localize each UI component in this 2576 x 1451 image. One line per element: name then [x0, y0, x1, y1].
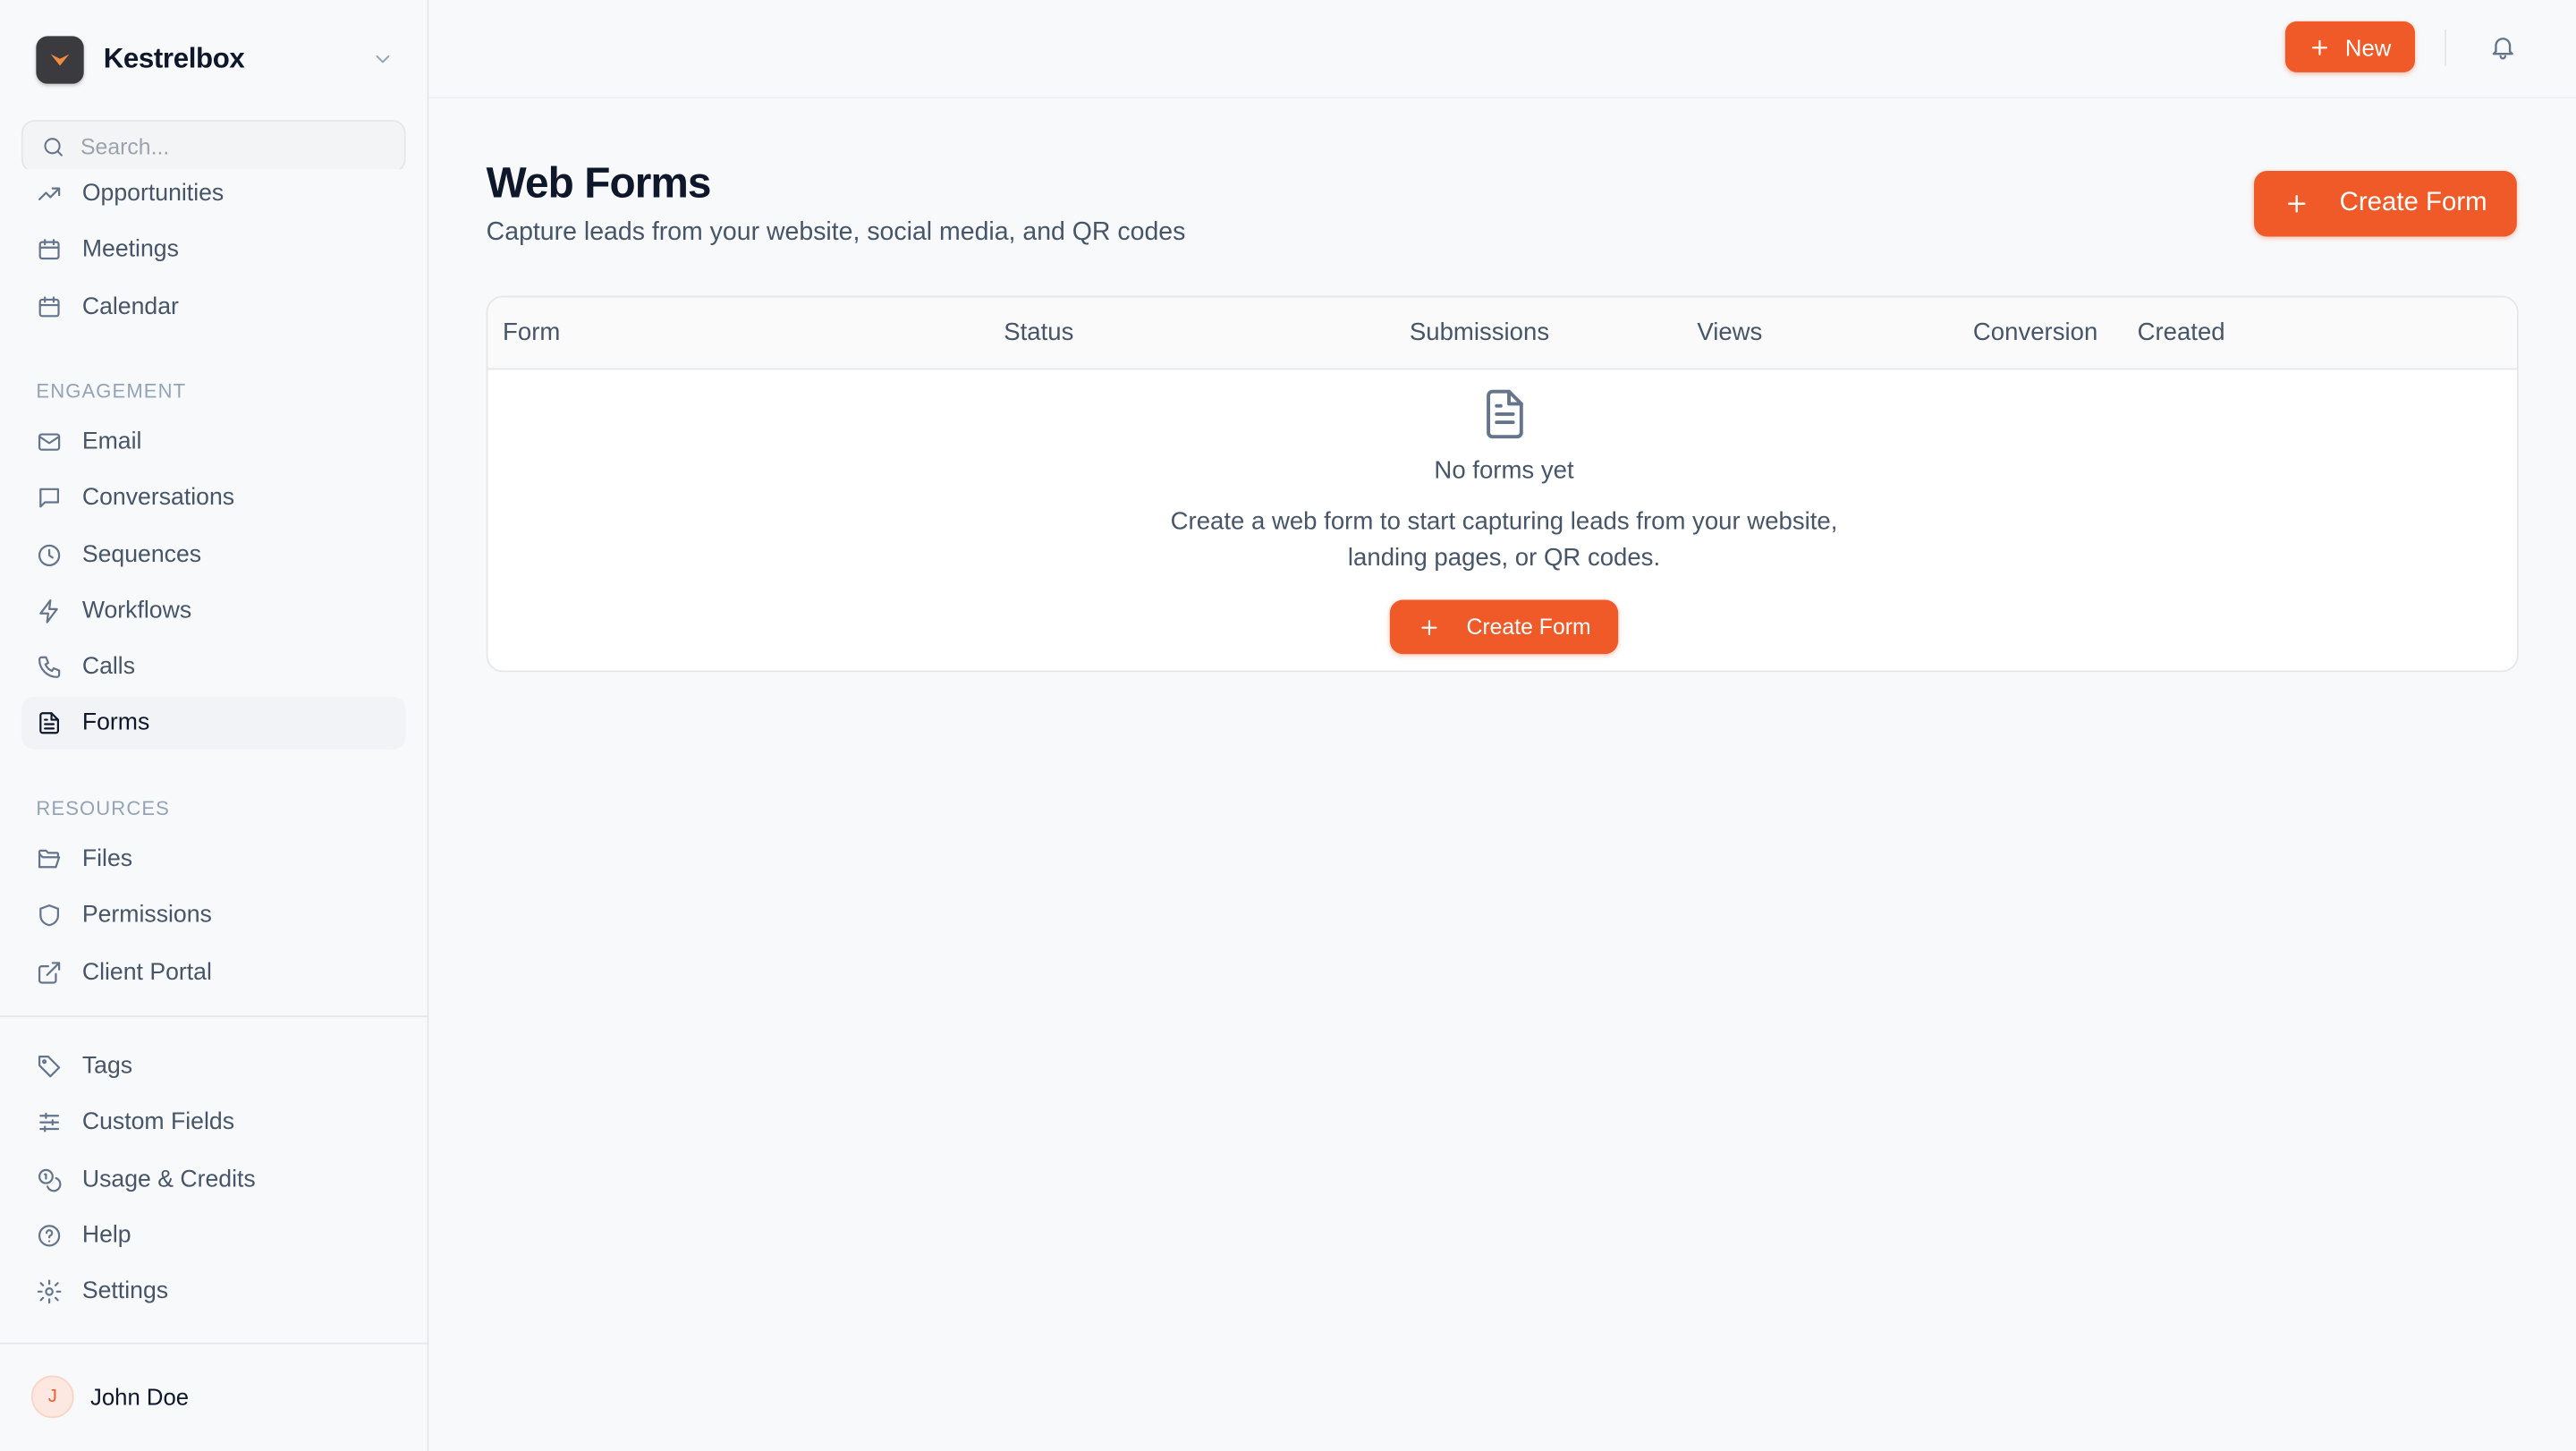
sidebar-item-files[interactable]: Files [21, 833, 406, 886]
create-form-label: Create Form [2339, 189, 2487, 217]
sidebar-item-label: Conversations [81, 485, 235, 512]
sidebar: Kestrelbox Opportunities Meetings [0, 0, 429, 1451]
chevron-down-icon[interactable] [371, 47, 394, 71]
sidebar-item-custom-fields[interactable]: Custom Fields [21, 1097, 406, 1150]
bell-icon[interactable] [2489, 33, 2517, 61]
section-title-engagement: ENGAGEMENT [36, 379, 187, 403]
trending-up-icon [36, 181, 62, 207]
table-header: Form Status Submissions Views Conversion… [487, 297, 2517, 370]
forms-table: Form Status Submissions Views Conversion… [486, 295, 2519, 673]
sidebar-item-forms[interactable]: Forms [21, 697, 406, 751]
sidebar-item-settings[interactable]: Settings [21, 1266, 406, 1319]
sidebar-item-calls[interactable]: Calls [21, 641, 406, 694]
main-content: New Web Forms Capture leads from your we… [428, 0, 2576, 1451]
sidebar-item-label: Forms [81, 710, 150, 737]
sidebar-item-label: Permissions [81, 903, 212, 929]
page-subtitle: Capture leads from your website, social … [486, 218, 1186, 247]
sidebar-item-meetings[interactable]: Meetings [21, 224, 406, 276]
sidebar-item-workflows[interactable]: Workflows [21, 585, 406, 638]
sidebar-item-label: Email [81, 429, 142, 455]
sidebar-item-label: Files [81, 846, 133, 873]
sidebar-item-help[interactable]: Help [21, 1209, 406, 1262]
sidebar-item-tags[interactable]: Tags [21, 1040, 406, 1093]
search-box[interactable] [21, 120, 406, 173]
zap-icon [36, 598, 62, 624]
sidebar-item-sequences[interactable]: Sequences [21, 529, 406, 581]
coins-icon [36, 1166, 62, 1192]
sidebar-item-label: Custom Fields [81, 1109, 235, 1136]
app-name: Kestrelbox [103, 42, 245, 74]
avatar: J [30, 1375, 74, 1419]
calendar-icon [36, 293, 62, 319]
topbar: New [428, 0, 2576, 99]
create-form-button[interactable]: Create Form [2253, 171, 2517, 237]
column-header-created[interactable]: Created [2138, 318, 2225, 346]
sidebar-item-client-portal[interactable]: Client Portal [21, 946, 406, 998]
calendar-icon [36, 237, 62, 263]
file-text-icon [36, 710, 62, 736]
sidebar-item-calendar[interactable]: Calendar [21, 280, 406, 333]
help-circle-icon [36, 1222, 62, 1248]
nav-resources: RESOURCES Files Permissions Client Porta… [21, 791, 406, 1003]
settings-icon [36, 1278, 62, 1304]
user-name: John Doe [90, 1383, 190, 1411]
scroll-mask [21, 169, 406, 182]
empty-create-form-button[interactable]: Create Form [1389, 599, 1619, 655]
empty-state: No forms yet Create a web form to start … [488, 369, 2517, 655]
tag-icon [36, 1053, 62, 1079]
column-header-status[interactable]: Status [1004, 318, 1073, 346]
sidebar-item-label: Usage & Credits [81, 1166, 256, 1192]
sidebar-item-label: Settings [81, 1278, 169, 1305]
plus-icon [2309, 35, 2332, 58]
nav-bottom: Tags Custom Fields Usage & Credits Help … [21, 1040, 406, 1322]
new-button[interactable]: New [2284, 21, 2415, 72]
phone-icon [36, 654, 62, 680]
sidebar-item-label: Client Portal [81, 959, 212, 986]
search-input[interactable] [80, 133, 377, 159]
workspace-switcher[interactable]: Kestrelbox [36, 35, 397, 84]
sidebar-item-label: Help [81, 1222, 131, 1249]
column-header-submissions[interactable]: Submissions [1410, 318, 1549, 346]
message-square-icon [36, 485, 62, 511]
sidebar-divider [0, 1015, 429, 1018]
empty-state-description: Create a web form to start capturing lea… [1170, 507, 1838, 573]
sidebar-item-email[interactable]: Email [21, 416, 406, 469]
sidebar-divider [0, 1342, 429, 1345]
sidebar-item-permissions[interactable]: Permissions [21, 889, 406, 942]
sidebar-item-label: Sequences [81, 541, 202, 568]
search-icon [41, 134, 66, 159]
sidebar-item-conversations[interactable]: Conversations [21, 472, 406, 525]
nav-engagement: ENGAGEMENT Email Conversations Sequences… [21, 373, 406, 754]
plus-icon [1417, 615, 1440, 639]
plus-icon [2284, 191, 2309, 216]
sidebar-item-label: Calls [81, 654, 136, 681]
nav-top: Opportunities Meetings Calendar [21, 169, 406, 334]
sidebar-item-label: Opportunities [81, 181, 225, 208]
column-header-conversion[interactable]: Conversion [1973, 318, 2097, 346]
sidebar-item-usage-credits[interactable]: Usage & Credits [21, 1153, 406, 1206]
empty-state-title: No forms yet [1434, 456, 1574, 485]
new-button-label: New [2344, 33, 2392, 61]
empty-create-form-label: Create Form [1466, 615, 1591, 640]
sidebar-item-label: Meetings [81, 237, 179, 264]
app-logo [36, 35, 84, 83]
sidebar-item-label: Workflows [81, 598, 192, 624]
external-link-icon [36, 959, 62, 985]
sidebar-item-label: Tags [81, 1053, 133, 1080]
page-title: Web Forms [486, 157, 712, 208]
sliders-icon [36, 1109, 62, 1135]
file-text-icon [1479, 386, 1529, 442]
sidebar-item-label: Calendar [81, 293, 179, 320]
folder-open-icon [36, 846, 62, 872]
mail-icon [36, 429, 62, 454]
column-header-views[interactable]: Views [1697, 318, 1762, 346]
section-title-resources: RESOURCES [36, 796, 170, 820]
user-menu[interactable]: J John Doe [30, 1375, 190, 1419]
column-header-form[interactable]: Form [503, 318, 560, 346]
topbar-divider [2445, 30, 2446, 66]
clock-icon [36, 541, 62, 567]
shield-icon [36, 903, 62, 929]
